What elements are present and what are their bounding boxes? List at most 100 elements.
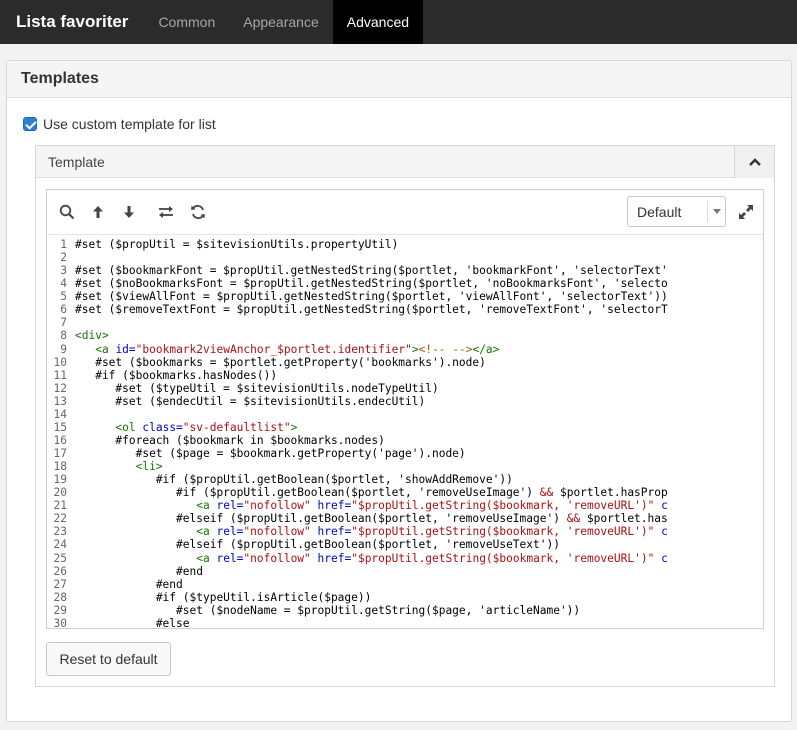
code-text: #set ($bookmarks = $portlet.getProperty(… [67, 356, 486, 369]
code-text: #set ($endecUtil = $sitevisionUtils.ende… [67, 395, 425, 408]
code-text: #elseif ($propUtil.getBoolean($portlet, … [67, 512, 668, 525]
tab-advanced[interactable]: Advanced [332, 0, 424, 44]
tab-common[interactable]: Common [144, 0, 229, 44]
custom-template-row[interactable]: Use custom template for list [23, 116, 216, 132]
code-token: #set ($removeTextFont = $propUtil.getNes… [75, 303, 668, 317]
code-token: #set ($page = $bookmark.getProperty('pag… [75, 447, 466, 460]
code-text: #set ($nodeName = $propUtil.getString($p… [67, 604, 580, 617]
code-token: </a> [472, 342, 500, 356]
line-number: 13 [53, 394, 67, 408]
code-token: > [290, 420, 298, 434]
code-text: #if ($propUtil.getBoolean($portlet, 'sho… [67, 473, 513, 486]
line-number: 24 [53, 538, 67, 552]
code-token: #set ($bookmarks = $portlet.getProperty(… [75, 355, 486, 369]
move-up-button[interactable] [88, 202, 108, 222]
code-token: #if ($bookmarks.hasNodes()) [75, 368, 278, 382]
code-text: #foreach ($bookmark in $bookmarks.nodes) [67, 434, 384, 447]
arrow-down-icon [124, 206, 134, 218]
template-accordion: Template Default 1 #set ($propUtil = $si… [35, 145, 775, 687]
template-accordion-header[interactable]: Template [36, 146, 774, 178]
chevron-down-icon [707, 201, 725, 222]
line-number: 6 [60, 303, 67, 317]
code-token: #if ($propUtil.getBoolean($portlet, 'sho… [75, 473, 513, 487]
code-line: 22 #elseif ($propUtil.getBoolean($portle… [47, 512, 763, 525]
code-token: <li> [135, 460, 163, 474]
code-line: 4 #set ($noBookmarksFont = $propUtil.getN… [47, 277, 763, 290]
tab-appearance[interactable]: Appearance [229, 0, 333, 44]
line-number: 7 [60, 316, 67, 330]
reset-to-default-button[interactable]: Reset to default [46, 642, 171, 676]
chevron-up-icon [748, 158, 761, 166]
code-token: class= [142, 420, 183, 434]
collapse-button[interactable] [734, 146, 774, 178]
code-line: 21 <a rel="nofollow" href="$propUtil.get… [47, 499, 763, 512]
code-token: rel= [216, 525, 244, 539]
line-number: 17 [53, 447, 67, 460]
code-line: 26 #end [47, 565, 763, 578]
code-token: rel= [216, 551, 244, 565]
code-token: rel= [216, 499, 244, 513]
code-line: 14 [47, 408, 763, 421]
line-number: 18 [53, 460, 67, 474]
expand-icon [739, 205, 753, 219]
code-token: #elseif ($propUtil.getBoolean($portlet, … [75, 512, 567, 526]
line-number: 23 [53, 525, 67, 539]
code-line: 28 #if ($typeUtil.isArticle($page)) [47, 591, 763, 604]
line-number: 29 [53, 603, 67, 617]
code-line: 17 #set ($page = $bookmark.getProperty('… [47, 447, 763, 460]
code-token: #if ($propUtil.getBoolean($portlet, 'rem… [75, 486, 540, 500]
code-token: #set ($propUtil = $sitevisionUtils.prope… [75, 238, 399, 251]
editor-toolbar: Default [47, 190, 763, 235]
code-line: 12 #set ($typeUtil = $sitevisionUtils.no… [47, 382, 763, 395]
code-line: 25 <a rel="nofollow" href="$propUtil.get… [47, 552, 763, 565]
fullscreen-button[interactable] [736, 202, 756, 222]
code-area[interactable]: 1 #set ($propUtil = $sitevisionUtils.prop… [47, 236, 763, 628]
code-text: <a rel="nofollow" href="$propUtil.getStr… [67, 525, 668, 538]
code-line: 19 #if ($propUtil.getBoolean($portlet, '… [47, 473, 763, 486]
search-button[interactable] [57, 202, 77, 222]
code-line: 18 <li> [47, 460, 763, 473]
line-number: 25 [53, 551, 67, 565]
code-token: c [661, 551, 668, 565]
code-line: 24 #elseif ($propUtil.getBoolean($portle… [47, 538, 763, 551]
code-token: <div> [75, 329, 109, 343]
code-text: <a rel="nofollow" href="$propUtil.getStr… [67, 552, 668, 565]
code-token: <ol [115, 420, 143, 434]
code-text: <a id="bookmark2viewAnchor_$portlet.iden… [67, 343, 499, 356]
code-token: #else [75, 616, 190, 628]
panel-title: Templates [7, 61, 791, 98]
code-token: #elseif ($propUtil.getBoolean($portlet, … [75, 538, 560, 552]
move-down-button[interactable] [119, 202, 139, 222]
code-token: href= [317, 551, 352, 565]
theme-select[interactable]: Default [627, 196, 726, 227]
code-line: 29 #set ($nodeName = $propUtil.getString… [47, 604, 763, 617]
refresh-button[interactable] [188, 202, 208, 222]
code-token: #set ($bookmarkFont = $propUtil.getNeste… [75, 264, 668, 278]
code-token: "sv-defaultlist" [182, 420, 291, 434]
line-number: 15 [53, 420, 67, 434]
code-text: #set ($removeTextFont = $propUtil.getNes… [67, 303, 668, 316]
line-number: 28 [53, 590, 67, 604]
code-line: 15 <ol class="sv-defaultlist"> [47, 421, 763, 434]
line-number: 10 [53, 355, 67, 369]
replace-button[interactable] [156, 202, 176, 222]
code-token: #set ($viewAllFont = $propUtil.getNested… [75, 290, 668, 304]
code-token: #set ($endecUtil = $sitevisionUtils.ende… [75, 394, 426, 408]
custom-template-label[interactable]: Use custom template for list [43, 116, 216, 132]
code-line: 5 #set ($viewAllFont = $propUtil.getNeste… [47, 290, 763, 303]
code-token: #end [75, 577, 183, 591]
code-token: id= [115, 342, 136, 356]
code-token: "bookmark2viewAnchor_$portlet.identifier… [135, 342, 412, 356]
refresh-icon [191, 205, 205, 219]
custom-template-checkbox[interactable] [23, 117, 37, 131]
code-token: "$propUtil.getString($bookmark, 'removeU… [351, 525, 655, 539]
code-token: #set ($noBookmarksFont = $propUtil.getNe… [75, 277, 668, 291]
line-number: 5 [60, 290, 67, 304]
